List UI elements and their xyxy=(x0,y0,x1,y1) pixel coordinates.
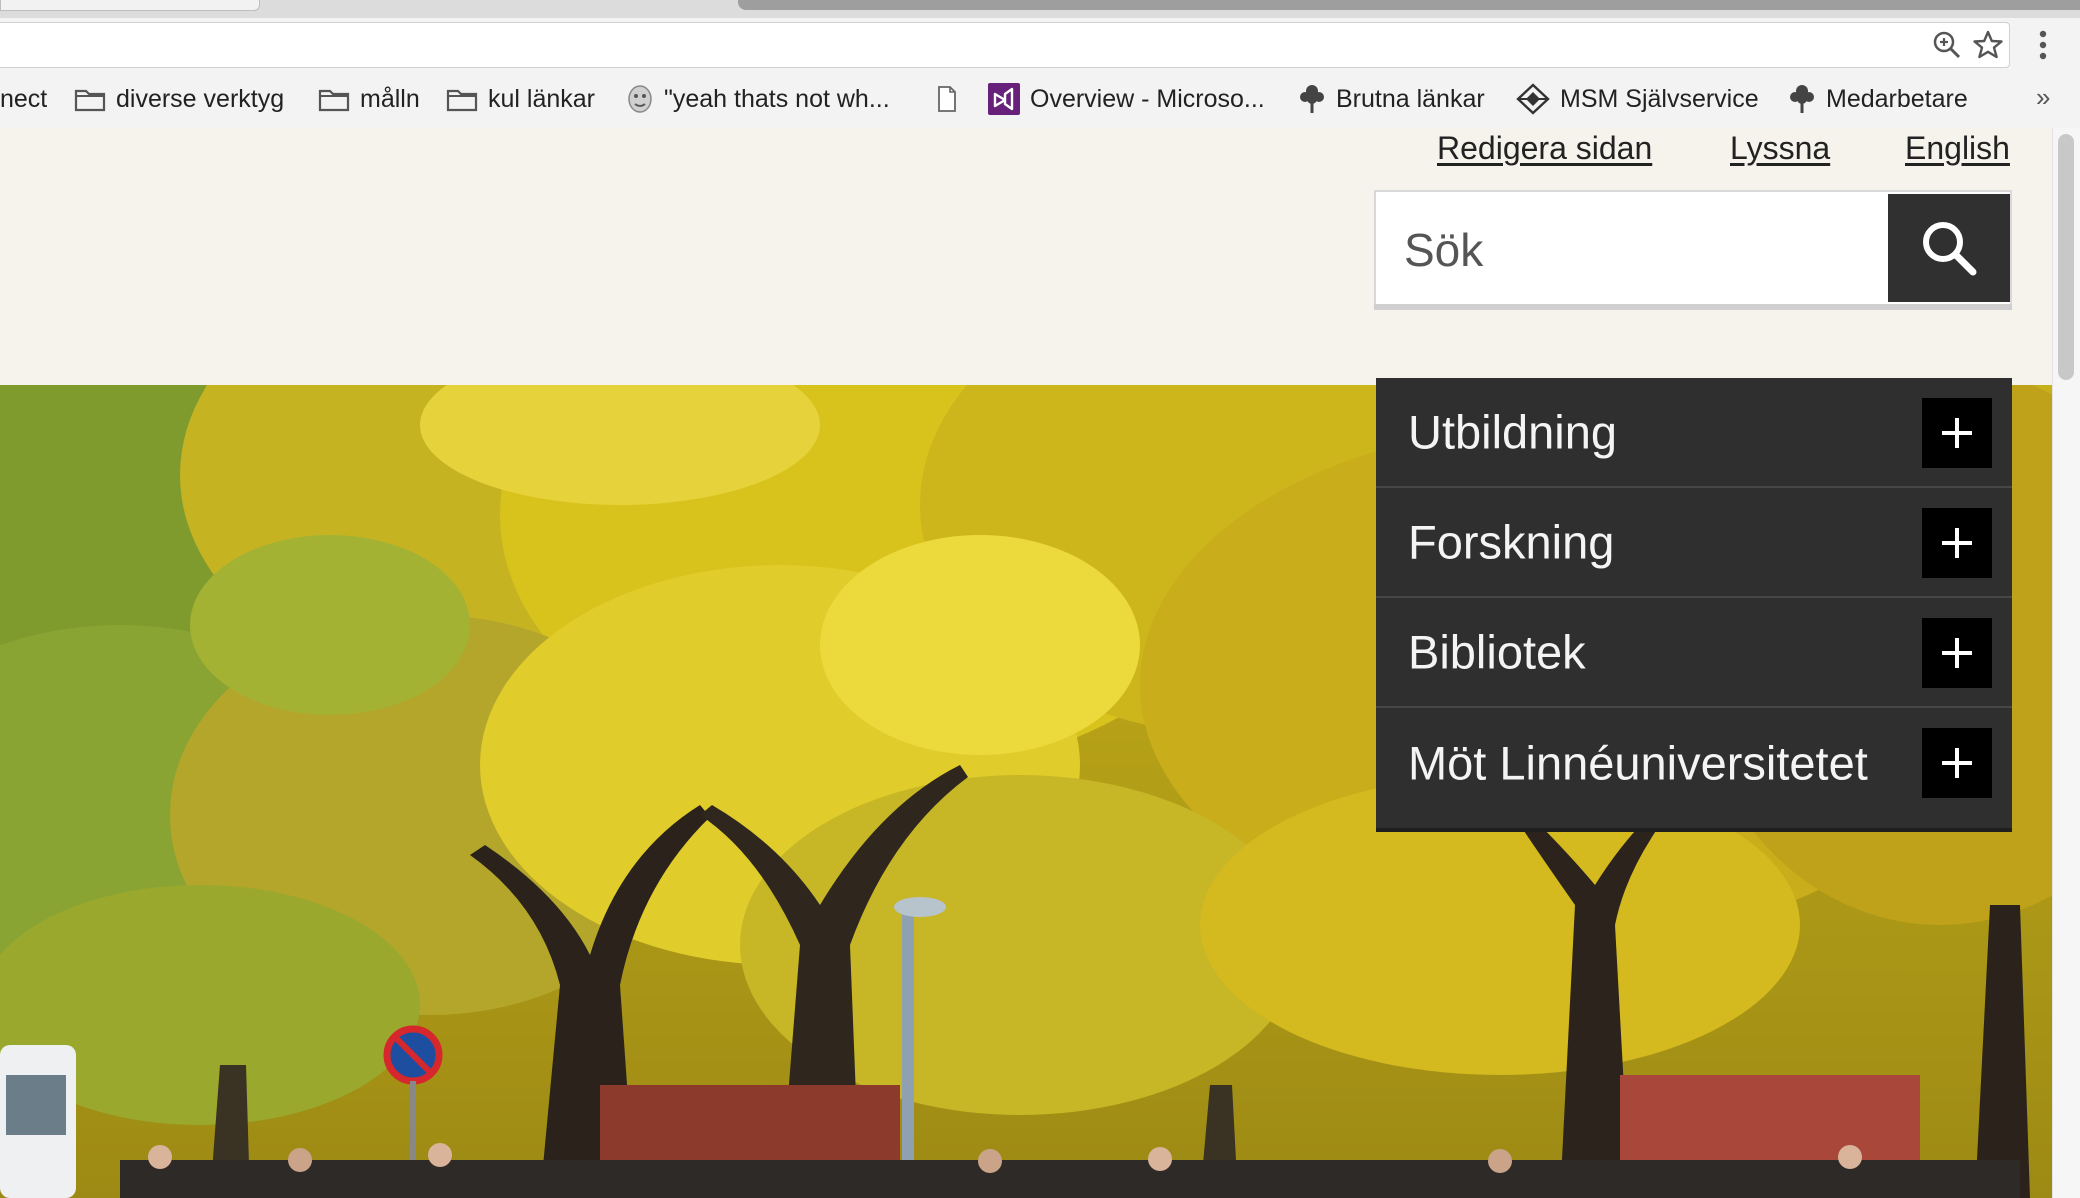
folder-icon xyxy=(318,89,350,112)
bookmark-label: "yeah thats not wh... xyxy=(664,84,890,113)
bookmark-item[interactable]: Medarbetare xyxy=(1788,82,1968,116)
bookmark-label: diverse verktyg xyxy=(116,84,285,113)
bookmark-folder[interactable]: målln xyxy=(318,82,420,116)
folder-icon xyxy=(446,89,478,112)
search-icon xyxy=(1923,222,1977,276)
plus-icon xyxy=(1942,748,1972,778)
bookmark-label: MSM Självservice xyxy=(1560,84,1759,113)
english-link[interactable]: English xyxy=(1905,130,2010,167)
diamond-logo-icon xyxy=(1516,83,1550,115)
search-underline xyxy=(1374,304,2012,310)
tree-icon xyxy=(1300,85,1324,113)
browser-tab[interactable] xyxy=(0,0,260,11)
plus-icon xyxy=(1942,418,1972,448)
bookmark-label: nect xyxy=(0,84,48,113)
scrollbar-thumb[interactable] xyxy=(2058,134,2074,380)
bookmark-star-icon[interactable] xyxy=(1972,29,2004,61)
nav-item-label: Utbildning xyxy=(1408,405,1618,459)
plus-icon xyxy=(1942,638,1972,668)
address-bar[interactable] xyxy=(0,22,2010,68)
bookmarks-overflow-button[interactable]: » xyxy=(2036,82,2050,113)
bookmark-item[interactable]: MSM Självservice xyxy=(1516,82,1759,116)
search-input[interactable] xyxy=(1376,192,1882,308)
nav-item-mot-linneuniversitetet[interactable]: Möt Linnéuniversitetet xyxy=(1376,708,2012,818)
folder-icon xyxy=(74,89,106,112)
browser-menu-icon[interactable] xyxy=(2030,26,2056,64)
bookmark-label: kul länkar xyxy=(488,84,595,113)
search-button[interactable] xyxy=(1888,194,2010,302)
bookmark-item[interactable] xyxy=(936,82,968,116)
bookmark-label: målln xyxy=(360,84,420,113)
zoom-icon[interactable] xyxy=(1932,30,1962,60)
main-navigation: Utbildning Forskning Bibliotek Möt Linné… xyxy=(1376,378,2012,832)
browser-tab-active[interactable] xyxy=(738,0,2080,10)
expand-button[interactable] xyxy=(1922,398,1992,468)
avatar-icon xyxy=(628,85,652,113)
bookmark-label: Brutna länkar xyxy=(1336,84,1485,113)
plus-icon xyxy=(1942,528,1972,558)
listen-link[interactable]: Lyssna xyxy=(1730,130,1830,167)
bookmark-folder[interactable]: kul länkar xyxy=(446,82,595,116)
bookmark-label: Overview - Microso... xyxy=(1030,84,1265,113)
nav-item-label: Möt Linnéuniversitetet xyxy=(1408,736,1868,790)
nav-item-label: Bibliotek xyxy=(1408,625,1586,679)
nav-item-bibliotek[interactable]: Bibliotek xyxy=(1376,598,2012,708)
page-icon xyxy=(938,86,956,112)
edit-page-link[interactable]: Redigera sidan xyxy=(1437,130,1652,167)
search-form xyxy=(1374,190,2012,310)
bookmark-item[interactable]: Brutna länkar xyxy=(1298,82,1485,116)
nav-item-label: Forskning xyxy=(1408,515,1615,569)
expand-button[interactable] xyxy=(1922,508,1992,578)
bookmark-item[interactable]: Overview - Microso... xyxy=(988,82,1265,116)
bookmark-folder[interactable]: diverse verktyg xyxy=(74,82,284,116)
nav-item-utbildning[interactable]: Utbildning xyxy=(1376,378,2012,488)
expand-button[interactable] xyxy=(1922,618,1992,688)
nav-item-forskning[interactable]: Forskning xyxy=(1376,488,2012,598)
bookmark-item[interactable]: nect xyxy=(0,82,47,116)
bookmark-label: Medarbetare xyxy=(1826,84,1968,113)
bookmark-item[interactable]: "yeah thats not wh... xyxy=(626,82,890,116)
expand-button[interactable] xyxy=(1922,728,1992,798)
visual-studio-icon xyxy=(988,83,1020,115)
tree-icon xyxy=(1790,85,1814,113)
